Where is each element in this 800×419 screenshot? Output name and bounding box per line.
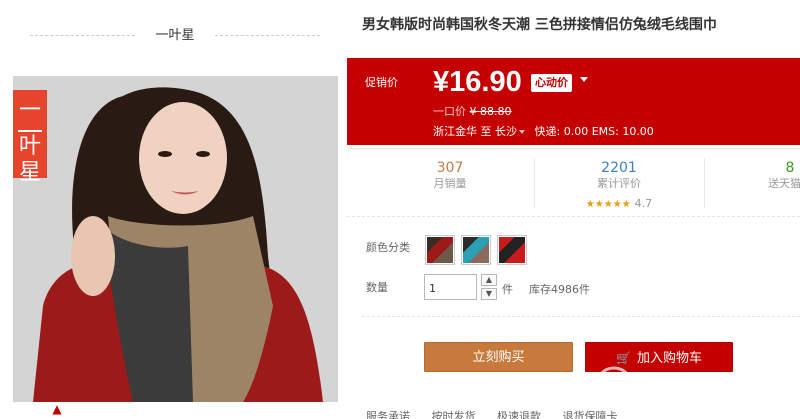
service-item[interactable]: 按时发货	[432, 410, 476, 419]
rating-value: 4.7	[634, 197, 653, 210]
current-price: ¥16.90	[433, 66, 522, 98]
divider	[534, 158, 535, 208]
divider	[347, 216, 800, 217]
price-badge: 心动价	[531, 74, 572, 92]
color-label: 颜色分类	[366, 241, 410, 254]
stat-label: 累计评价	[597, 177, 641, 190]
divider	[347, 148, 800, 149]
product-page: 一叶星 一 叶 星 ▲ 男女韩版时尚韩国秋冬天潮 三色拼接情侣仿兔绒毛线围巾 促…	[0, 0, 800, 419]
total-reviews[interactable]: 2201 累计评价 ★★★★★ 4.7	[549, 160, 689, 211]
buy-now-button[interactable]: 立刻购买	[424, 342, 573, 372]
brand-tag-char: 叶	[18, 134, 41, 159]
stat-label: 月销量	[433, 177, 467, 190]
divider	[18, 130, 42, 132]
ship-to-prefix: 至	[480, 125, 492, 138]
monthly-sales: 307 月销量	[380, 160, 520, 192]
brand-tag-char: 一	[18, 98, 41, 123]
star-rating-icon: ★★★★★	[585, 199, 631, 210]
service-item[interactable]: 退货保障卡	[563, 410, 618, 419]
shop-header: 一叶星	[30, 18, 320, 48]
quantity-input[interactable]: 1	[424, 274, 477, 300]
ship-to-select[interactable]: 长沙	[495, 125, 517, 138]
color-swatch[interactable]	[461, 235, 491, 265]
shop-name[interactable]: 一叶星	[30, 24, 320, 43]
caret-down-icon[interactable]	[580, 77, 588, 82]
chevron-up-icon[interactable]: ▲	[50, 402, 64, 416]
service-promises: 服务承诺 按时发货 极速退款 退货保障卡	[366, 408, 636, 419]
product-image[interactable]: 一 叶 星	[13, 76, 338, 402]
original-price: 一口价 ¥ 88.80	[433, 103, 512, 119]
decrement-button[interactable]: ▼	[481, 288, 497, 300]
stats-bar: 307 月销量 2201 累计评价 ★★★★★4.7 8 送天猫积	[362, 150, 800, 212]
divider	[704, 158, 705, 208]
tmall-points: 8 送天猫积	[720, 160, 800, 192]
caret-down-icon[interactable]	[519, 130, 525, 134]
increment-button[interactable]: ▲	[481, 274, 497, 286]
original-price-value: ¥ 88.80	[469, 105, 512, 118]
service-item: 服务承诺	[366, 410, 410, 419]
rating: ★★★★★ 4.7	[549, 192, 689, 211]
product-title: 男女韩版时尚韩国秋冬天潮 三色拼接情侣仿兔绒毛线围巾	[362, 17, 717, 33]
original-price-label: 一口价	[433, 105, 466, 118]
brand-tag: 一 叶 星	[13, 90, 47, 185]
shipping-cost: 快递: 0.00 EMS: 10.00	[534, 125, 654, 138]
promo-price-label: 促销价	[365, 76, 398, 89]
stat-value: 2201	[601, 160, 637, 176]
stat-label: 送天猫积	[768, 177, 800, 190]
product-photo	[13, 76, 338, 402]
stock-count: 库存4986件	[529, 283, 590, 296]
quantity-unit: 件	[502, 283, 513, 296]
divider	[362, 316, 800, 317]
shipping-info: 浙江金华 至 长沙 快递: 0.00 EMS: 10.00	[433, 123, 654, 139]
service-item[interactable]: 极速退款	[497, 410, 541, 419]
ship-from: 浙江金华	[433, 125, 477, 138]
quantity-label: 数量	[366, 281, 388, 294]
cart-icon: 🛒	[616, 351, 631, 365]
add-to-cart-button[interactable]: 🛒 加入购物车	[585, 342, 733, 372]
color-swatch[interactable]	[425, 235, 455, 265]
stat-value: 8	[785, 160, 795, 176]
color-swatch[interactable]	[497, 235, 527, 265]
brand-tag-char: 星	[18, 160, 41, 185]
add-to-cart-label: 加入购物车	[636, 351, 702, 366]
stat-value: 307	[436, 160, 464, 176]
price-panel: 促销价 ¥16.90 心动价 一口价 ¥ 88.80 浙江金华 至 长沙 快递:…	[347, 58, 800, 145]
svg-text:08教案: 08教案	[640, 370, 732, 403]
divider	[215, 35, 320, 36]
